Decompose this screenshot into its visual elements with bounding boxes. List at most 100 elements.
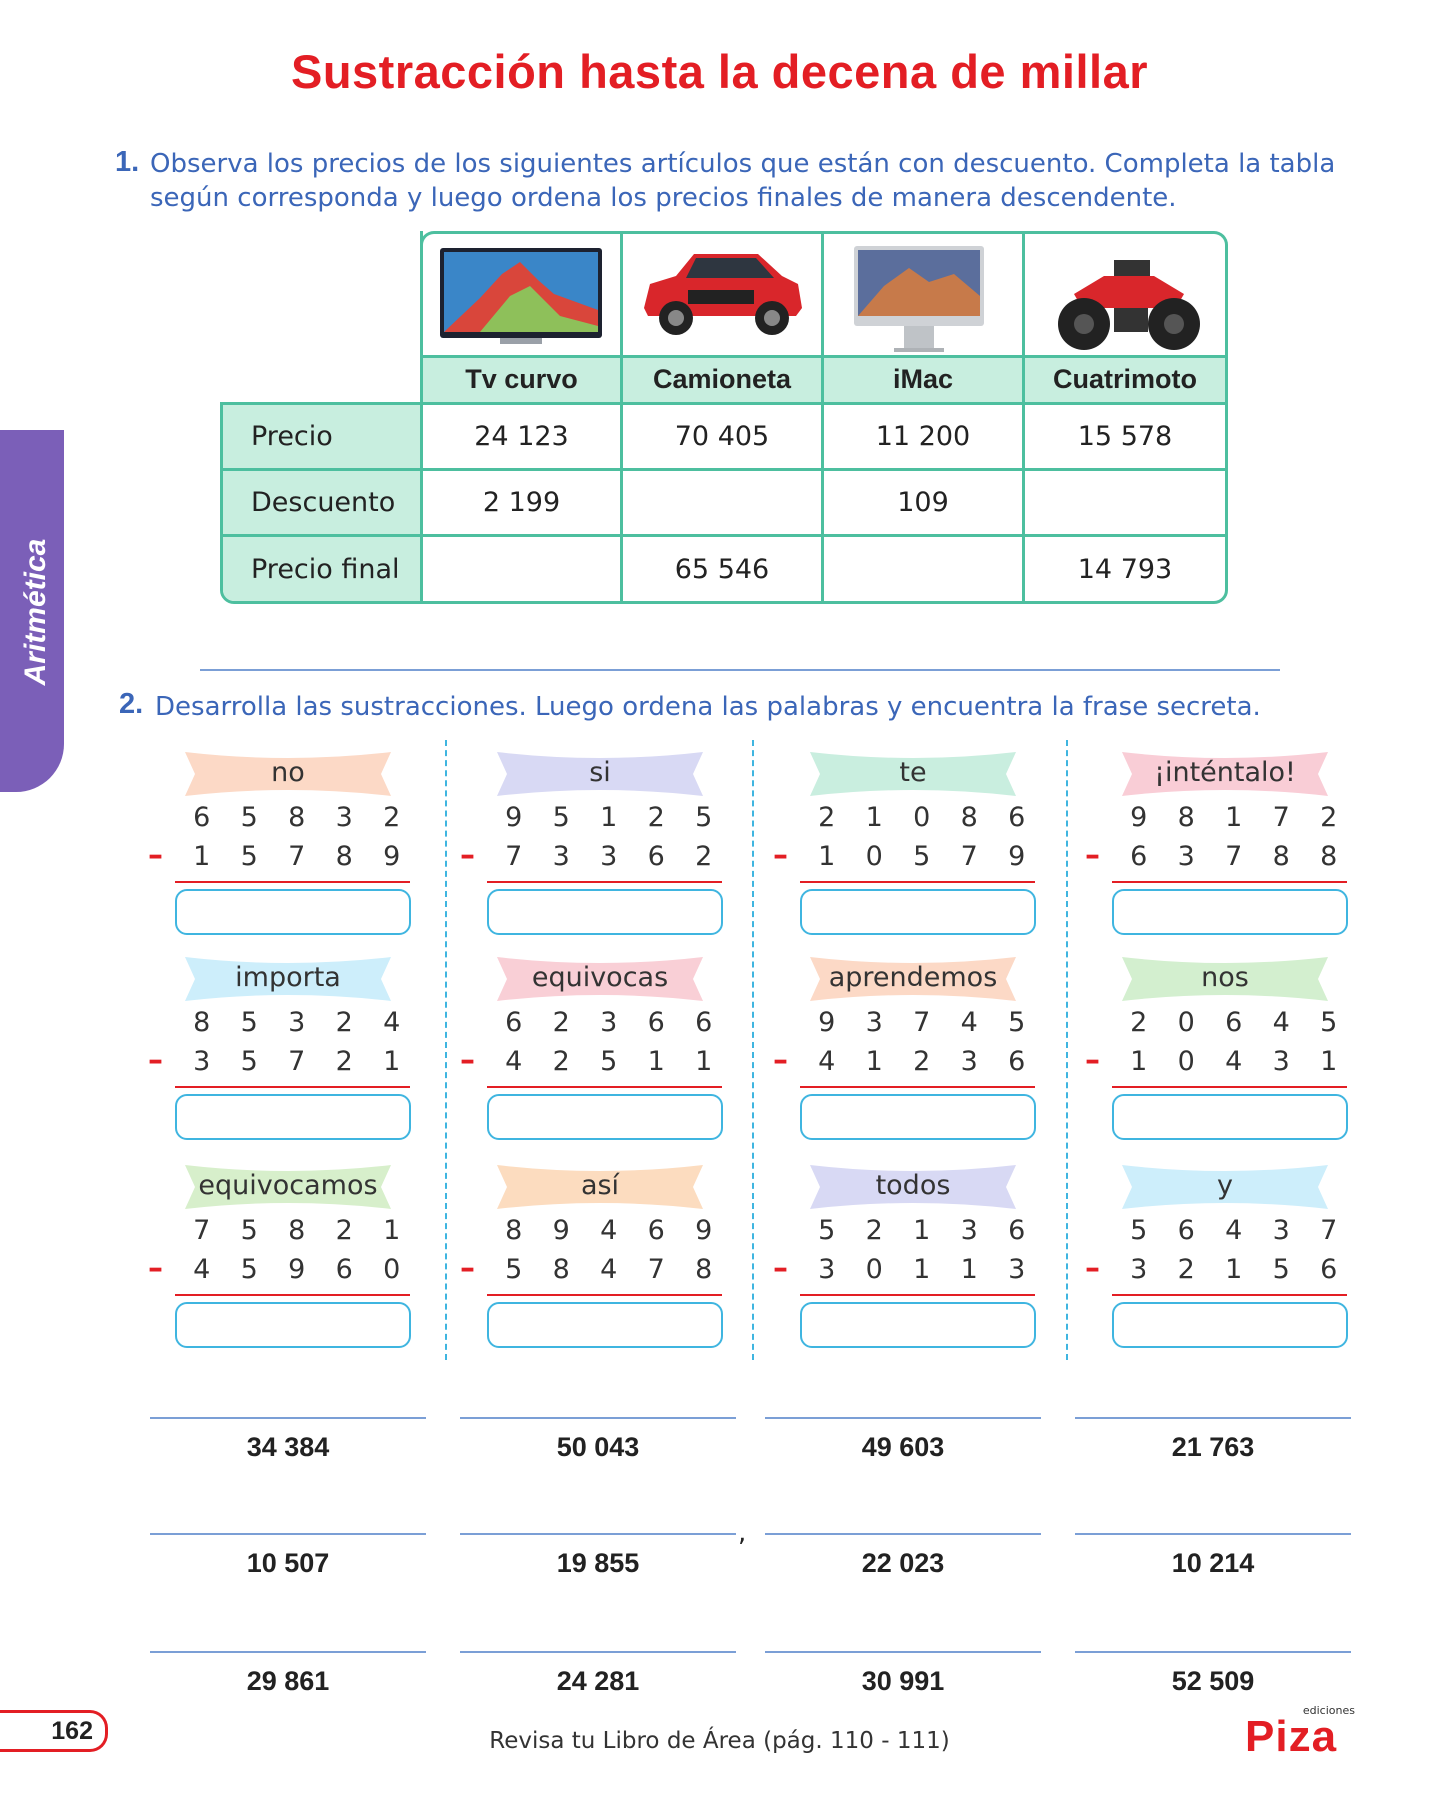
digit: 6	[647, 841, 665, 872]
digit: 7	[913, 1007, 931, 1038]
answer-box[interactable]	[800, 1302, 1036, 1348]
word-answer-line[interactable]	[150, 1651, 426, 1653]
digit: 3	[1008, 1254, 1026, 1285]
table-cell-blank[interactable]	[824, 537, 1022, 601]
digit: 1	[1225, 1254, 1243, 1285]
digit: 6	[1008, 1046, 1026, 1077]
word-label: ¡inténtalo!	[1154, 757, 1296, 788]
table-cell-blank[interactable]	[623, 471, 821, 534]
digit: 4	[1225, 1046, 1243, 1077]
digit: 3	[552, 841, 570, 872]
answer-box[interactable]	[1112, 1094, 1348, 1140]
word-label: te	[899, 757, 927, 788]
word-answer-line[interactable]	[765, 1651, 1041, 1653]
word-answer-line[interactable]	[460, 1651, 736, 1653]
digit: 1	[1130, 1046, 1148, 1077]
subtrahend: 15789	[178, 841, 416, 872]
answer-box[interactable]	[175, 1302, 411, 1348]
operation-line	[800, 881, 1035, 883]
word-label: nos	[1201, 962, 1249, 993]
subtrahend: 42511	[490, 1046, 728, 1077]
word-ribbon: ¡inténtalo!	[1122, 750, 1328, 798]
digit: 7	[288, 1046, 306, 1077]
word-answer-line[interactable]	[765, 1417, 1041, 1419]
digit: 2	[695, 841, 713, 872]
answer-box[interactable]	[487, 1302, 723, 1348]
word-answer-line[interactable]	[460, 1533, 736, 1535]
digit: 4	[600, 1215, 618, 1246]
digit: 0	[383, 1254, 401, 1285]
column-divider	[1066, 740, 1068, 1360]
digit: 2	[335, 1046, 353, 1077]
digit: 1	[913, 1215, 931, 1246]
digit: 6	[1008, 1215, 1026, 1246]
subtrahend: 35721	[178, 1046, 416, 1077]
word-answer-line[interactable]	[150, 1417, 426, 1419]
digit: 9	[818, 1007, 836, 1038]
digit: 2	[552, 1046, 570, 1077]
logo-text: Piza	[1245, 1712, 1338, 1761]
word-answer-line[interactable]	[1075, 1417, 1351, 1419]
digit: 1	[913, 1254, 931, 1285]
digit: 2	[552, 1007, 570, 1038]
word-answer-line[interactable]	[1075, 1533, 1351, 1535]
word-label: todos	[875, 1170, 951, 1201]
digit: 9	[288, 1254, 306, 1285]
order-answer-line[interactable]	[200, 669, 1280, 671]
answer-box[interactable]	[1112, 889, 1348, 935]
result-value: 50 043	[556, 1432, 640, 1462]
column-header-cuatrimoto: Cuatrimoto	[1025, 357, 1225, 402]
word-ribbon: importa	[185, 955, 391, 1003]
row-label-descuento: Descuento	[223, 471, 420, 534]
word-answer-line[interactable]	[460, 1417, 736, 1419]
digit: 3	[600, 841, 618, 872]
word-ribbon: no	[185, 750, 391, 798]
subtrahend: 73362	[490, 841, 728, 872]
digit: 5	[505, 1254, 523, 1285]
word-answer-line[interactable]	[150, 1533, 426, 1535]
minus-sign: –	[1085, 838, 1100, 873]
answer-box[interactable]	[487, 1094, 723, 1140]
answer-box[interactable]	[175, 1094, 411, 1140]
digit: 1	[383, 1046, 401, 1077]
word-answer-line[interactable]	[1075, 1651, 1351, 1653]
minuend: 95125	[490, 802, 728, 833]
minus-sign: –	[148, 1251, 163, 1286]
question-1-text-line1: Observa los precios de los siguientes ar…	[150, 149, 1336, 179]
answer-box[interactable]	[800, 889, 1036, 935]
digit: 2	[865, 1215, 883, 1246]
table-cell-blank[interactable]	[423, 537, 620, 601]
result-value: 52 509	[1171, 1666, 1255, 1696]
table-cell-blank[interactable]	[1025, 471, 1225, 534]
digit: 3	[1272, 1046, 1290, 1077]
digit: 6	[1177, 1215, 1195, 1246]
tv-image	[440, 246, 602, 346]
word-label: así	[580, 1170, 620, 1201]
digit: 2	[335, 1215, 353, 1246]
operation-line	[1112, 1294, 1347, 1296]
table-cell: 24 123	[474, 421, 569, 452]
digit: 3	[960, 1215, 978, 1246]
answer-box[interactable]	[175, 889, 411, 935]
answer-box[interactable]	[800, 1094, 1036, 1140]
digit: 7	[647, 1254, 665, 1285]
digit: 8	[1177, 802, 1195, 833]
section-side-tab-label: Aritmética	[19, 538, 52, 686]
column-header-tv: Tv curvo	[423, 357, 620, 402]
result-value: 10 214	[1171, 1548, 1255, 1578]
digit: 1	[695, 1046, 713, 1077]
result-value: 24 281	[556, 1666, 640, 1696]
digit: 0	[1177, 1007, 1195, 1038]
digit: 6	[695, 1007, 713, 1038]
word-answer-line[interactable]	[765, 1533, 1041, 1535]
answer-box[interactable]	[1112, 1302, 1348, 1348]
subtrahend: 32156	[1115, 1254, 1353, 1285]
answer-box[interactable]	[487, 889, 723, 935]
column-divider	[752, 740, 754, 1360]
result-value: 30 991	[861, 1666, 945, 1696]
word-ribbon: equivocamos	[185, 1163, 391, 1211]
publisher-logo: ediciones Piza	[1245, 1704, 1355, 1764]
digit: 6	[1008, 802, 1026, 833]
minuend: 98172	[1115, 802, 1353, 833]
operation-line	[487, 1294, 722, 1296]
